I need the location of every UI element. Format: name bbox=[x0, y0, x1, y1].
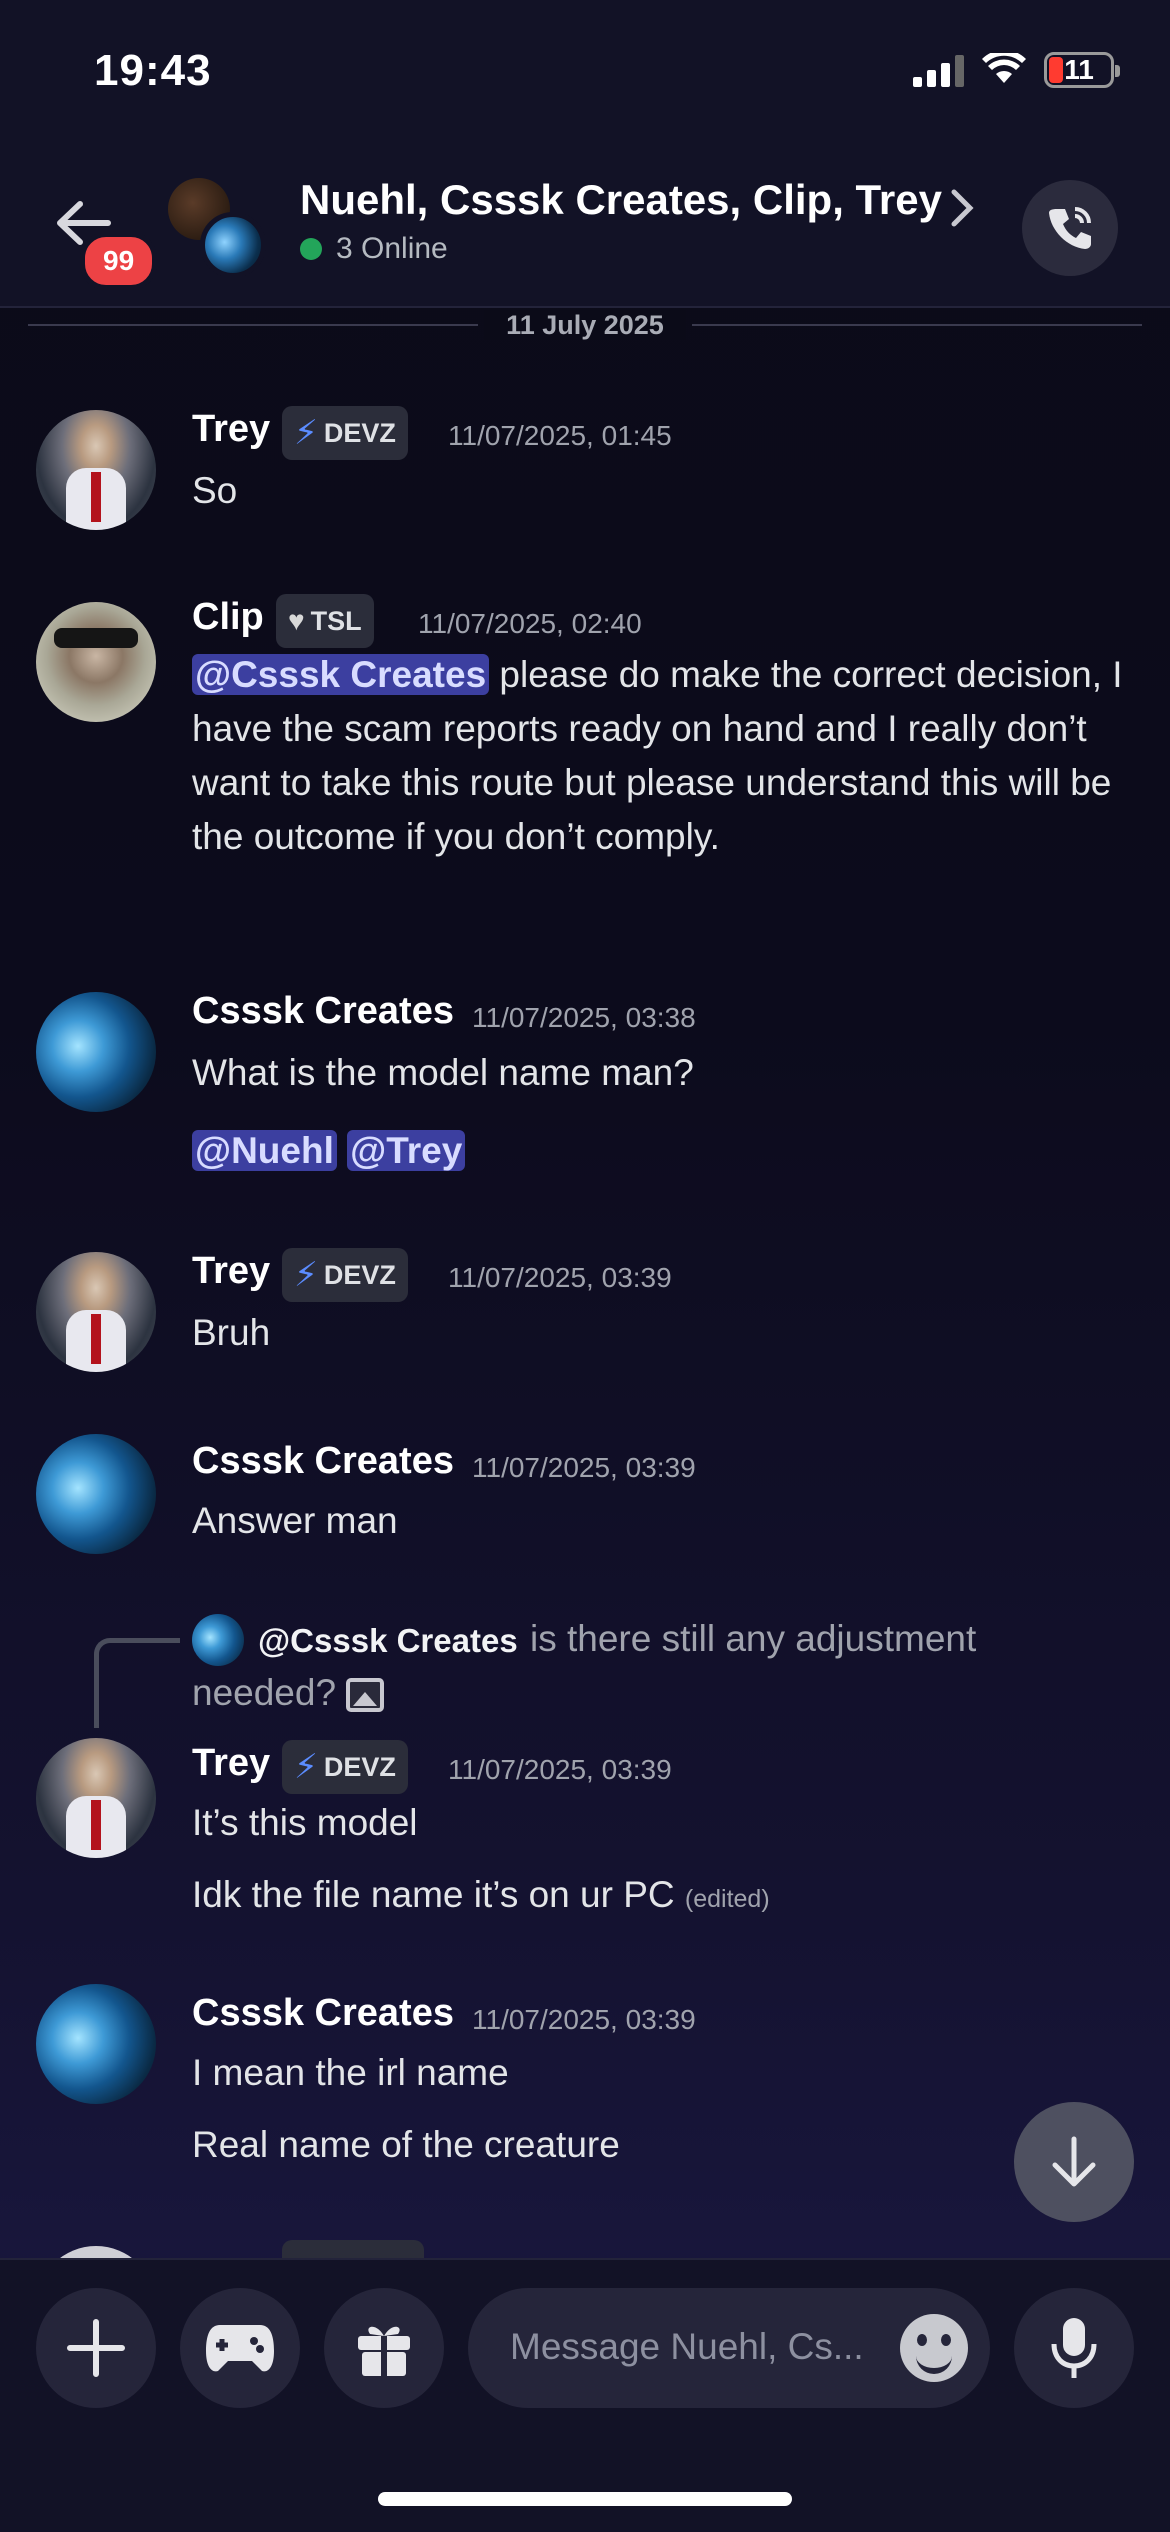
emoji-icon[interactable] bbox=[900, 2314, 968, 2382]
voice-message-button[interactable] bbox=[1014, 2288, 1134, 2408]
heart-icon: ♥ bbox=[288, 605, 305, 636]
message-text: @Csssk Creates please do make the correc… bbox=[192, 648, 1132, 864]
message-body: Idk the file name it’s on ur PC bbox=[192, 1874, 675, 1915]
message-author[interactable]: Trey bbox=[192, 1250, 270, 1293]
role-tag[interactable]: ♥ TSL bbox=[276, 594, 374, 648]
message-author[interactable]: Csssk Creates bbox=[192, 1440, 454, 1483]
message-text: Answer man bbox=[192, 1500, 398, 1541]
role-tag-label: DEVZ bbox=[323, 417, 396, 448]
role-tag-label: TSL bbox=[310, 605, 362, 636]
message-timestamp: 11/07/2025, 01:45 bbox=[448, 420, 672, 451]
lightning-icon: ⚡ bbox=[294, 414, 318, 452]
battery-level: 11 bbox=[1064, 54, 1094, 85]
avatar[interactable] bbox=[36, 410, 156, 530]
avatar[interactable] bbox=[36, 992, 156, 1112]
message-author[interactable]: Csssk Creates bbox=[192, 990, 454, 1033]
reply-author[interactable]: @Csssk Creates bbox=[258, 1622, 518, 1660]
activities-button[interactable] bbox=[180, 2288, 300, 2408]
status-icons: 11 bbox=[913, 52, 1120, 88]
message-author[interactable]: Clip bbox=[192, 596, 264, 639]
message-timestamp: 11/07/2025, 02:40 bbox=[418, 608, 642, 639]
scroll-to-bottom-button[interactable] bbox=[1014, 2102, 1134, 2222]
message-timestamp: 11/07/2025, 03:39 bbox=[448, 1754, 672, 1785]
composer-bar: Message Nuehl, Cs... bbox=[0, 2258, 1170, 2532]
role-tag-label: DEVZ bbox=[323, 1259, 396, 1290]
online-indicator bbox=[300, 238, 322, 260]
user-mention[interactable]: @Nuehl bbox=[192, 1130, 337, 1171]
message-timestamp: 11/07/2025, 03:39 bbox=[448, 1262, 672, 1293]
microphone-icon bbox=[1051, 2318, 1097, 2378]
wifi-icon bbox=[982, 53, 1026, 83]
message-text: Real name of the creature bbox=[192, 2124, 620, 2165]
unread-badge: 99 bbox=[80, 232, 158, 290]
message-mentions: @Nuehl @Trey bbox=[192, 1124, 1132, 1178]
chevron-right-icon[interactable] bbox=[950, 188, 974, 228]
message-timestamp: 11/07/2025, 03:39 bbox=[472, 2004, 696, 2035]
message-text: Bruh bbox=[192, 1312, 271, 1353]
arrow-down-icon bbox=[1052, 2136, 1096, 2187]
user-mention[interactable]: @Csssk Creates bbox=[192, 654, 490, 695]
cellular-signal-icon bbox=[913, 53, 964, 87]
home-indicator[interactable] bbox=[378, 2492, 792, 2506]
add-attachment-button[interactable] bbox=[36, 2288, 156, 2408]
role-tag[interactable] bbox=[282, 2240, 424, 2260]
user-mention[interactable]: @Trey bbox=[347, 1130, 466, 1171]
status-time: 19:43 bbox=[94, 46, 212, 95]
role-tag[interactable]: ⚡ DEVZ bbox=[282, 406, 408, 460]
date-divider-label: 11 July 2025 bbox=[484, 310, 686, 340]
reply-connector bbox=[94, 1638, 180, 1728]
message-text: What is the model name man? bbox=[192, 1052, 694, 1093]
message-input[interactable]: Message Nuehl, Cs... bbox=[468, 2288, 990, 2408]
chat-title[interactable]: Nuehl, Csssk Creates, Clip, Trey bbox=[300, 176, 942, 224]
group-avatar-secondary[interactable] bbox=[200, 212, 266, 278]
image-icon bbox=[346, 1678, 385, 1713]
lightning-icon: ⚡ bbox=[294, 1256, 318, 1294]
message-author[interactable]: Trey bbox=[192, 1742, 270, 1785]
message-text: I mean the irl name bbox=[192, 2052, 509, 2093]
call-button[interactable] bbox=[1022, 180, 1118, 276]
gamepad-icon bbox=[206, 2325, 274, 2372]
role-tag[interactable]: ⚡ DEVZ bbox=[282, 1248, 408, 1302]
message-text: So bbox=[192, 470, 238, 511]
message-timestamp: 11/07/2025, 03:38 bbox=[472, 1002, 696, 1033]
avatar[interactable] bbox=[36, 1434, 156, 1554]
message-author[interactable]: Trey bbox=[192, 408, 270, 451]
avatar[interactable] bbox=[36, 1252, 156, 1372]
phone-icon bbox=[1049, 207, 1091, 249]
lightning-icon: ⚡ bbox=[294, 1748, 318, 1786]
chat-header: 99 Nuehl, Csssk Creates, Clip, Trey 3 On… bbox=[0, 140, 1170, 308]
role-tag-label: DEVZ bbox=[323, 1751, 396, 1782]
edited-label: (edited) bbox=[684, 1885, 770, 1913]
battery-icon: 11 bbox=[1044, 52, 1120, 88]
plus-icon bbox=[67, 2319, 125, 2377]
status-bar: 19:43 11 bbox=[0, 0, 1170, 140]
avatar[interactable] bbox=[36, 1738, 156, 1858]
gift-button[interactable] bbox=[324, 2288, 444, 2408]
message-text: It’s this model bbox=[192, 1802, 418, 1843]
message-author[interactable]: Csssk Creates bbox=[192, 1992, 454, 2035]
avatar[interactable] bbox=[36, 1984, 156, 2104]
online-count: 3 Online bbox=[336, 232, 448, 265]
date-divider: 11 July 2025 bbox=[28, 310, 1142, 340]
gift-icon bbox=[358, 2326, 410, 2376]
role-tag[interactable]: ⚡ DEVZ bbox=[282, 1740, 408, 1794]
message-input-placeholder: Message Nuehl, Cs... bbox=[510, 2326, 864, 2367]
avatar[interactable] bbox=[36, 602, 156, 722]
message-text: Idk the file name it’s on ur PC (edited) bbox=[192, 1868, 1132, 1926]
message-timestamp: 11/07/2025, 03:39 bbox=[472, 1452, 696, 1483]
